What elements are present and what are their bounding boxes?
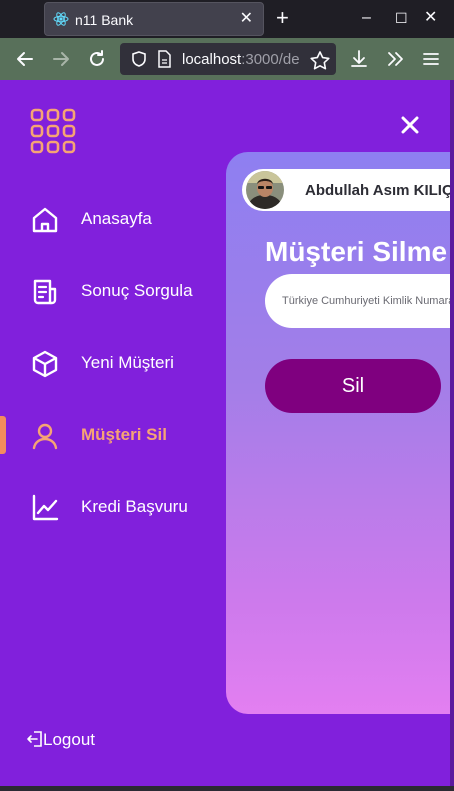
browser-nav-bar: localhost:3000/de: [0, 38, 454, 80]
sidebar-item-anasayfa[interactable]: Anasayfa: [0, 195, 220, 243]
tab-close-icon[interactable]: ✕: [240, 10, 253, 28]
user-badge[interactable]: Abdullah Asım KILIÇ: [242, 169, 454, 211]
tc-kimlik-input[interactable]: [265, 274, 454, 328]
back-arrow-icon[interactable]: [14, 48, 36, 70]
sidebar-item-sonuc-sorgula[interactable]: Sonuç Sorgula: [0, 267, 220, 315]
browser-tab[interactable]: n11 Bank ✕: [44, 2, 264, 36]
url-host: localhost: [182, 51, 242, 68]
url-bar[interactable]: localhost:3000/de: [120, 43, 336, 75]
document-icon: [33, 279, 57, 305]
avatar: [246, 171, 284, 209]
browser-tab-bar: n11 Bank ✕ + – ☐ ✕: [0, 0, 454, 38]
shield-icon[interactable]: [130, 50, 148, 68]
forward-arrow-icon[interactable]: [50, 48, 72, 70]
tab-title: n11 Bank: [75, 12, 134, 28]
close-menu-icon[interactable]: [398, 113, 422, 137]
home-icon: [32, 207, 58, 233]
maximize-button[interactable]: ☐: [395, 8, 408, 28]
download-icon[interactable]: [348, 48, 370, 70]
sidebar-item-label: Sonuç Sorgula: [81, 281, 193, 300]
star-icon[interactable]: [309, 50, 331, 72]
sidebar-item-yeni-musteri[interactable]: Yeni Müşteri: [0, 339, 220, 387]
minimize-button[interactable]: –: [362, 8, 371, 28]
sidebar-item-musteri-sil[interactable]: Müşteri Sil: [0, 411, 220, 459]
sidebar-item-label: Müşteri Sil: [81, 425, 167, 444]
hamburger-menu-icon[interactable]: [420, 48, 442, 70]
avatar-photo-icon: [246, 171, 284, 209]
url-text: localhost:3000/de: [182, 51, 300, 68]
delete-customer-button[interactable]: Sil: [265, 359, 441, 413]
url-rest: :3000/de: [241, 51, 300, 68]
user-name: Abdullah Asım KILIÇ: [305, 182, 453, 199]
window-bottom-edge: [0, 786, 454, 791]
logout-label: Logout: [43, 730, 95, 749]
user-icon: [32, 423, 58, 450]
chevron-double-right-icon[interactable]: [384, 48, 406, 70]
chart-line-icon: [32, 494, 59, 521]
window-edge: [450, 80, 454, 786]
grid-menu-icon[interactable]: [30, 108, 76, 154]
sidebar-item-kredi-basvuru[interactable]: Kredi Başvuru: [0, 483, 220, 531]
new-tab-button[interactable]: +: [276, 6, 289, 30]
window-close-button[interactable]: ✕: [424, 8, 437, 28]
react-favicon-icon: [53, 12, 69, 26]
sidebar-item-label: Yeni Müşteri: [81, 353, 174, 372]
sidebar-item-label: Anasayfa: [81, 209, 152, 228]
reload-icon[interactable]: [86, 48, 108, 70]
app-container: Anasayfa Sonuç Sorgula Yeni Müşteri Müşt…: [0, 80, 454, 791]
sidebar-item-label: Kredi Başvuru: [81, 497, 188, 516]
cube-icon: [32, 350, 58, 378]
page-icon[interactable]: [156, 50, 172, 68]
page-title: Müşteri Silme: [265, 236, 448, 267]
main-card: Abdullah Asım KILIÇ Müşteri Silme Sil: [226, 152, 454, 714]
logout-icon: [27, 731, 42, 747]
